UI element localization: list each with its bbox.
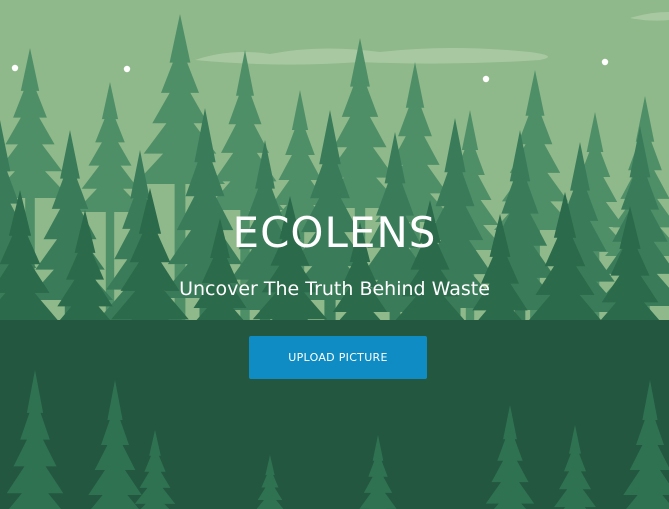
hero-subtitle: Uncover The Truth Behind Waste xyxy=(179,278,490,300)
landing-page: ECOLENS Uncover The Truth Behind Waste U… xyxy=(0,0,669,509)
hero-section: ECOLENS Uncover The Truth Behind Waste U… xyxy=(0,0,669,509)
upload-picture-button[interactable]: UPLOAD PICTURE xyxy=(249,336,427,379)
hero-title: ECOLENS xyxy=(232,208,437,257)
